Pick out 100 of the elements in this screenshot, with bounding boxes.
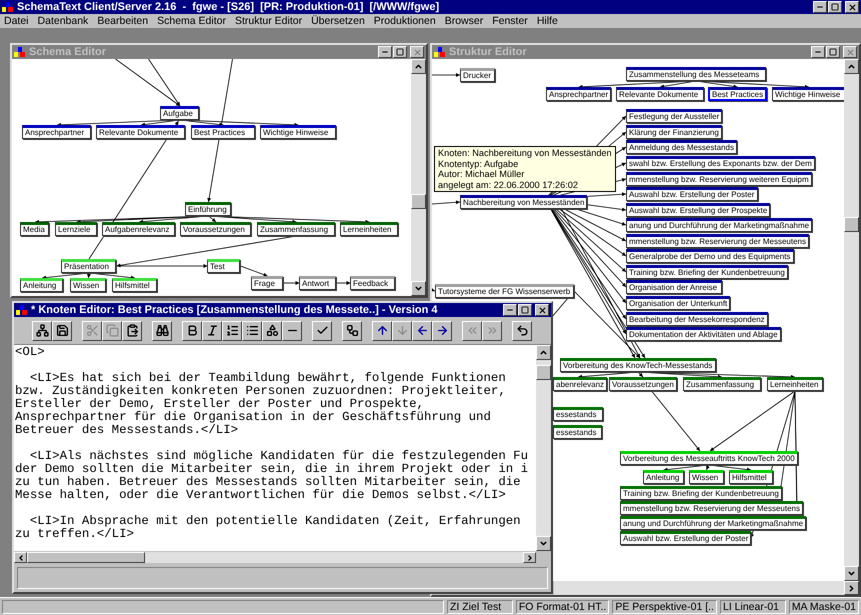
diagram-node[interactable]: Hilfsmittel: [112, 278, 157, 292]
maximize-button[interactable]: [393, 46, 407, 58]
diagram-node[interactable]: Antwort: [299, 276, 336, 290]
menu-item[interactable]: Struktur Editor: [234, 15, 302, 27]
toolbar-button[interactable]: [412, 320, 432, 340]
toolbar-button[interactable]: [222, 320, 242, 340]
close-button[interactable]: [843, 46, 857, 58]
menu-item[interactable]: Datenbank: [38, 15, 88, 27]
maximize-button[interactable]: [518, 304, 532, 316]
diagram-node[interactable]: Wissen: [689, 470, 724, 484]
toolbar-button[interactable]: [242, 320, 262, 340]
toolbar-button[interactable]: [312, 320, 332, 340]
diagram-node[interactable]: Ansprechpartner: [22, 125, 91, 139]
menu-item[interactable]: Übersetzen: [311, 15, 365, 27]
diagram-node[interactable]: Bearbeitung der Messekorrespondenz: [626, 312, 768, 326]
vertical-scrollbar[interactable]: [411, 59, 426, 296]
diagram-node[interactable]: Training bzw. Briefing der Kundenbetreuung: [620, 486, 782, 500]
diagram-node[interactable]: Lernziele: [55, 222, 97, 236]
diagram-node[interactable]: essestands: [553, 407, 603, 421]
menu-item[interactable]: Datei: [4, 15, 29, 27]
toolbar-button[interactable]: [202, 320, 222, 340]
scrollbar-thumb[interactable]: [411, 194, 426, 209]
html-text-editor[interactable]: [14, 345, 536, 551]
vertical-scrollbar[interactable]: [536, 345, 551, 551]
diagram-node[interactable]: Feedback: [350, 276, 395, 290]
horizontal-scrollbar[interactable]: [554, 581, 859, 595]
diagram-node[interactable]: Anmeldung des Messestands: [626, 140, 737, 154]
close-button[interactable]: [845, 1, 859, 13]
menu-item[interactable]: Bearbeiten: [97, 15, 148, 27]
diagram-node[interactable]: Auswahl bzw. Erstellung der Prospekte: [626, 203, 770, 217]
diagram-node[interactable]: Nachbereitung von Messeständen: [460, 195, 588, 209]
diagram-node[interactable]: Einführung: [185, 202, 231, 216]
toolbar-button[interactable]: [262, 320, 282, 340]
close-button[interactable]: [535, 304, 549, 316]
diagram-node[interactable]: Hilfsmittel: [729, 470, 773, 484]
toolbar-button[interactable]: [32, 320, 52, 340]
toolbar-button[interactable]: [152, 320, 172, 340]
diagram-node[interactable]: Zusammenfassung: [257, 222, 335, 236]
menu-item[interactable]: Produktionen: [374, 15, 436, 27]
diagram-node[interactable]: Anleitung: [20, 278, 63, 292]
menu-item[interactable]: Schema Editor: [157, 15, 226, 27]
diagram-node[interactable]: anung und Durchführung der Marketingmaßnahme: [620, 516, 806, 530]
diagram-node[interactable]: Präsentation: [61, 259, 116, 273]
diagram-node[interactable]: Wichtige Hinweise: [772, 87, 844, 101]
diagram-node[interactable]: Auswahl bzw. Erstellung der Poster: [626, 187, 758, 201]
diagram-node[interactable]: Organisation der Anreise: [626, 280, 722, 294]
diagram-node[interactable]: Klärung der Finanzierung: [626, 125, 722, 139]
diagram-node[interactable]: abenrelevanz: [553, 377, 608, 391]
diagram-node[interactable]: Dokumentation der Aktivitäten und Ablage: [626, 327, 781, 341]
diagram-node[interactable]: Aufgabenrelevanz: [102, 222, 175, 236]
close-button[interactable]: [410, 46, 424, 58]
maximize-button[interactable]: [826, 46, 840, 58]
diagram-node[interactable]: anung und Durchführung der Marketingmaßnahme: [626, 218, 812, 232]
diagram-node[interactable]: Wissen: [70, 278, 106, 292]
diagram-node[interactable]: Training bzw. Briefing der Kundenbetreuung: [626, 265, 788, 279]
diagram-node[interactable]: Zusammenfassung: [683, 377, 761, 391]
diagram-node[interactable]: Generalprobe der Demo und des Equipments: [626, 249, 794, 263]
diagram-node[interactable]: Aufgabe: [160, 106, 199, 120]
diagram-node[interactable]: Frage: [251, 276, 283, 290]
diagram-node[interactable]: Voraussetzungen: [180, 222, 251, 236]
diagram-node[interactable]: essestands: [553, 425, 602, 439]
diagram-node[interactable]: Lerneinheiten: [340, 222, 398, 236]
diagram-node[interactable]: Media: [20, 222, 49, 236]
horizontal-scrollbar[interactable]: [14, 551, 536, 563]
diagram-node[interactable]: Best Practices: [708, 87, 768, 101]
diagram-node[interactable]: Anleitung: [643, 470, 684, 484]
minimize-button[interactable]: [503, 304, 517, 316]
diagram-node[interactable]: Relevante Dokumente: [96, 125, 185, 139]
toolbar-button[interactable]: [52, 320, 72, 340]
diagram-node[interactable]: Festlegung der Aussteller: [626, 109, 722, 123]
diagram-node[interactable]: Tutorsysteme der FG Wissenserwerb: [435, 284, 574, 298]
scrollbar-thumb[interactable]: [536, 365, 551, 380]
vertical-scrollbar[interactable]: [844, 59, 859, 581]
toolbar-button[interactable]: [372, 320, 392, 340]
scrollbar-thumb[interactable]: [844, 217, 859, 232]
minimize-button[interactable]: [811, 46, 825, 58]
minimize-button[interactable]: [813, 1, 827, 13]
diagram-node[interactable]: Zusammenstellung des Messeteams: [626, 67, 766, 81]
diagram-node[interactable]: swahl bzw. Erstellung des Exponants bzw. der Dem: [626, 156, 815, 170]
diagram-node[interactable]: Best Practices: [191, 125, 255, 139]
diagram-node[interactable]: Voraussetzungen: [609, 377, 677, 391]
menu-item[interactable]: Hilfe: [536, 15, 558, 27]
toolbar-button[interactable]: [282, 320, 302, 340]
diagram-node[interactable]: Test: [207, 259, 240, 273]
diagram-node[interactable]: Vorbereitung des KnowTech-Messestands: [560, 358, 716, 372]
diagram-node[interactable]: Lerneinheiten: [767, 377, 823, 391]
diagram-node[interactable]: Wichtige Hinweise: [260, 125, 336, 139]
menu-item[interactable]: Fenster: [492, 15, 528, 27]
diagram-node[interactable]: Relevante Dokumente: [616, 87, 704, 101]
menu-item[interactable]: Browser: [444, 15, 484, 27]
diagram-node[interactable]: Ansprechpartner: [546, 87, 612, 101]
diagram-node[interactable]: Drucker: [460, 68, 495, 82]
diagram-node[interactable]: Vorbereitung des Messeauftritts KnowTech 2000: [620, 451, 798, 465]
toolbar-button[interactable]: [512, 320, 532, 340]
maximize-button[interactable]: [828, 1, 842, 13]
diagram-node[interactable]: mmenstellung bzw. Reservierung der Messeutens: [620, 501, 803, 515]
diagram-node[interactable]: Organisation der Unterkunft: [626, 296, 730, 310]
minimize-button[interactable]: [378, 46, 392, 58]
diagram-node[interactable]: Auswahl bzw. Erstellung der Poster: [620, 531, 752, 545]
diagram-node[interactable]: mmenstellung bzw. Reservierung weiteren Equipm: [626, 172, 812, 186]
